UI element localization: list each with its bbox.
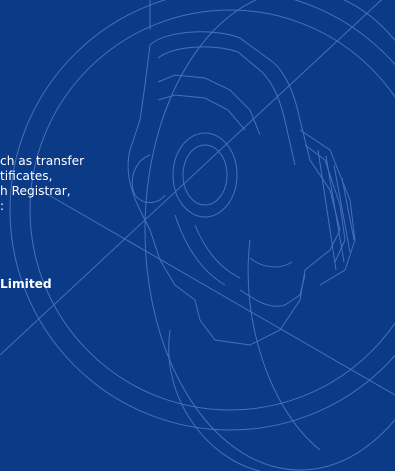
body-text-line: h Registrar, xyxy=(0,184,71,198)
caliper-bridge-inner xyxy=(157,94,246,131)
caliper-lower-contour xyxy=(174,214,226,286)
caliper-lower-contour-inner xyxy=(194,224,241,279)
caliper-body xyxy=(127,31,341,346)
body-text: ch as transfer tificates, h Registrar, : xyxy=(0,154,130,214)
piston-inner xyxy=(182,144,228,206)
caliper-top-contour xyxy=(157,46,296,166)
pad-inner xyxy=(304,144,346,263)
mount-slot xyxy=(249,257,293,268)
body-text-line: : xyxy=(0,199,5,213)
disc-arc-lower xyxy=(168,329,261,471)
company-name: Limited xyxy=(0,277,52,291)
disc-outer-ring xyxy=(9,0,395,431)
body-text-line: ch as transfer xyxy=(0,154,85,168)
caliper-bridge xyxy=(157,74,261,136)
brake-caliper-line-art xyxy=(0,0,395,471)
body-text-line: tificates, xyxy=(0,169,53,183)
